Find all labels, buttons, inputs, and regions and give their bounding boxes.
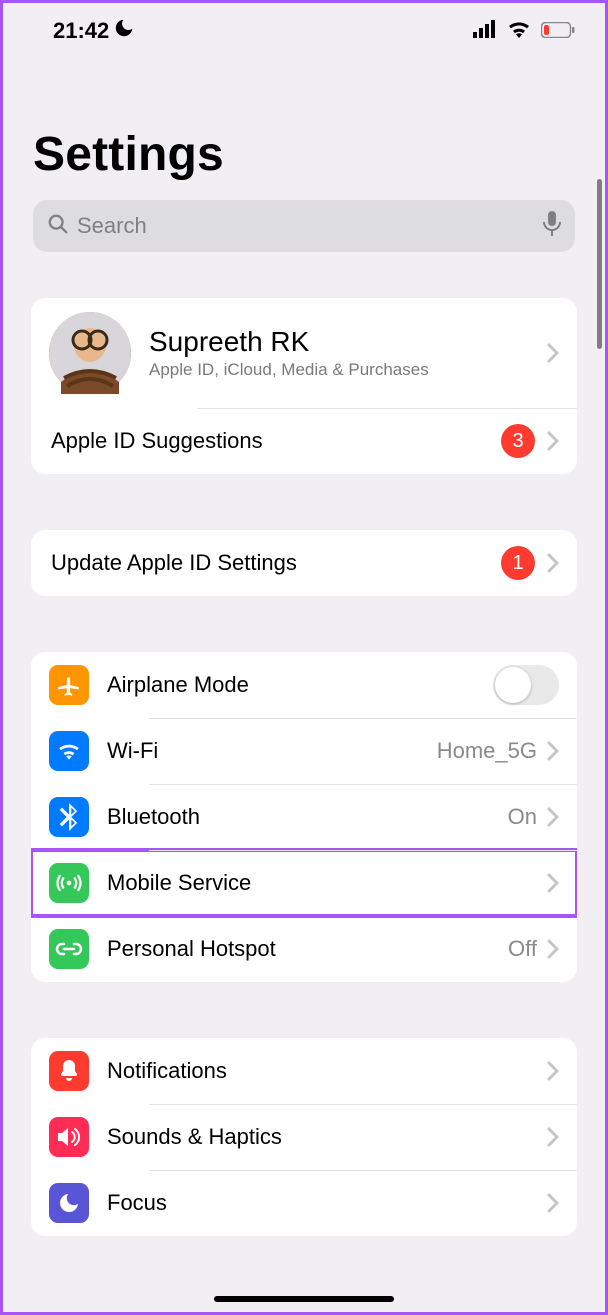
airplane-label: Airplane Mode (107, 672, 493, 698)
profile-group: Supreeth RK Apple ID, iCloud, Media & Pu… (31, 298, 577, 474)
suggestions-label: Apple ID Suggestions (51, 428, 501, 454)
moon-settings-icon (49, 1183, 89, 1223)
chevron-right-icon (547, 431, 559, 451)
chevron-right-icon (547, 939, 559, 959)
update-label: Update Apple ID Settings (51, 550, 501, 576)
wifi-icon (507, 18, 531, 44)
apple-id-suggestions-row[interactable]: Apple ID Suggestions 3 (31, 408, 577, 474)
hotspot-row[interactable]: Personal Hotspot Off (31, 916, 577, 982)
wifi-value: Home_5G (437, 738, 537, 764)
notifications-label: Notifications (107, 1058, 547, 1084)
antenna-icon (49, 863, 89, 903)
link-icon (49, 929, 89, 969)
chevron-right-icon (547, 1061, 559, 1081)
airplane-mode-row[interactable]: Airplane Mode (31, 652, 577, 718)
wifi-row[interactable]: Wi-Fi Home_5G (31, 718, 577, 784)
notifications-row[interactable]: Notifications (31, 1038, 577, 1104)
update-apple-id-row[interactable]: Update Apple ID Settings 1 (31, 530, 577, 596)
sounds-label: Sounds & Haptics (107, 1124, 547, 1150)
chevron-right-icon (547, 553, 559, 573)
profile-subtitle: Apple ID, iCloud, Media & Purchases (149, 360, 529, 380)
update-badge: 1 (501, 546, 535, 580)
chevron-right-icon (547, 873, 559, 893)
focus-label: Focus (107, 1190, 547, 1216)
search-bar[interactable] (33, 200, 575, 252)
network-group: Airplane Mode Wi-Fi Home_5G Bluetooth On… (31, 652, 577, 982)
cellular-icon (473, 18, 497, 44)
bluetooth-label: Bluetooth (107, 804, 508, 830)
airplane-icon (49, 665, 89, 705)
hotspot-label: Personal Hotspot (107, 936, 508, 962)
chevron-right-icon (547, 1193, 559, 1213)
home-indicator[interactable] (214, 1296, 394, 1302)
bluetooth-row[interactable]: Bluetooth On (31, 784, 577, 850)
bluetooth-icon (49, 797, 89, 837)
mobile-label: Mobile Service (107, 870, 547, 896)
chevron-right-icon (547, 807, 559, 827)
chevron-right-icon (547, 741, 559, 761)
wifi-label: Wi-Fi (107, 738, 437, 764)
search-icon (47, 213, 69, 240)
update-group: Update Apple ID Settings 1 (31, 530, 577, 596)
bluetooth-value: On (508, 804, 537, 830)
airplane-toggle[interactable] (493, 665, 559, 705)
focus-row[interactable]: Focus (31, 1170, 577, 1236)
status-bar: 21:42 (3, 3, 605, 53)
general-group: Notifications Sounds & Haptics Focus (31, 1038, 577, 1236)
page-title: Settings (3, 53, 605, 196)
status-time: 21:42 (53, 18, 109, 44)
moon-icon (113, 17, 135, 45)
avatar (49, 312, 131, 394)
sounds-row[interactable]: Sounds & Haptics (31, 1104, 577, 1170)
battery-icon (541, 18, 575, 44)
hotspot-value: Off (508, 936, 537, 962)
speaker-icon (49, 1117, 89, 1157)
chevron-right-icon (547, 1127, 559, 1147)
suggestions-badge: 3 (501, 424, 535, 458)
search-input[interactable] (77, 213, 535, 239)
chevron-right-icon (547, 343, 559, 363)
wifi-settings-icon (49, 731, 89, 771)
profile-name: Supreeth RK (149, 326, 529, 358)
scroll-indicator[interactable] (597, 179, 602, 349)
profile-row[interactable]: Supreeth RK Apple ID, iCloud, Media & Pu… (31, 298, 577, 408)
microphone-icon[interactable] (543, 211, 561, 242)
mobile-service-row[interactable]: Mobile Service (31, 850, 577, 916)
bell-icon (49, 1051, 89, 1091)
